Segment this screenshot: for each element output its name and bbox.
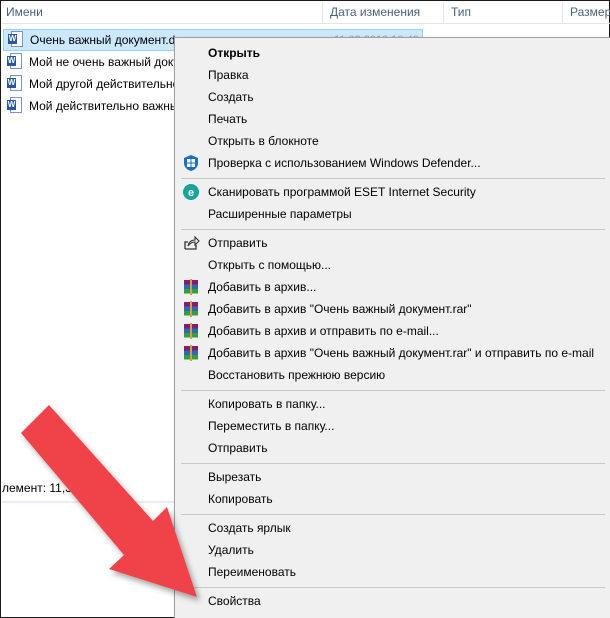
svg-text:e: e bbox=[188, 187, 194, 199]
file-name: Мой другой действительно важный документ… bbox=[29, 77, 175, 91]
column-size[interactable]: Размер bbox=[570, 5, 610, 19]
menu-item-create-shortcut[interactable]: Создать ярлык bbox=[175, 517, 610, 539]
menu-item-open-in-notepad[interactable]: Открыть в блокноте bbox=[175, 130, 610, 152]
share-icon bbox=[182, 234, 200, 252]
menu-item-label: Удалить bbox=[208, 543, 254, 557]
menu-item-label: Восстановить прежнюю версию bbox=[208, 368, 386, 382]
column-name[interactable]: Имени bbox=[6, 5, 43, 19]
list-item[interactable]: W Мой действительно важный документ.docx bbox=[3, 95, 175, 117]
menu-item-label: Добавить в архив и отправить по e-mail..… bbox=[208, 324, 439, 338]
menu-item-advanced[interactable]: Расширенные параметры bbox=[175, 203, 610, 225]
winrar-icon bbox=[182, 300, 200, 318]
menu-item-label: Открыть bbox=[208, 46, 261, 60]
status-bar-divider bbox=[2, 501, 177, 503]
menu-item-label: Открыть с помощью... bbox=[208, 258, 332, 272]
column-type[interactable]: Тип bbox=[451, 5, 471, 19]
menu-separator bbox=[181, 229, 605, 230]
menu-item-open[interactable]: Открыть bbox=[175, 42, 610, 64]
menu-item-label: Добавить в архив "Очень важный документ.… bbox=[208, 346, 595, 360]
menu-item-label: Отправить bbox=[208, 236, 268, 250]
menu-item-label: Свойства bbox=[208, 594, 261, 608]
windows-defender-icon bbox=[182, 154, 200, 172]
menu-separator bbox=[181, 390, 605, 391]
menu-item-new[interactable]: Создать bbox=[175, 86, 610, 108]
menu-item-label: Копировать bbox=[208, 492, 273, 506]
menu-separator bbox=[181, 463, 605, 464]
menu-item-cut[interactable]: Вырезать bbox=[175, 466, 610, 488]
file-name: Мой действительно важный документ.docx bbox=[29, 99, 175, 113]
menu-item-move-to-folder[interactable]: Переместить в папку... bbox=[175, 415, 610, 437]
menu-item-label: Переместить в папку... bbox=[208, 419, 335, 433]
menu-item-add-to-rar[interactable]: Добавить в архив "Очень важный документ.… bbox=[175, 298, 610, 320]
menu-item-label: Копировать в папку... bbox=[208, 397, 326, 411]
status-bar-text: лемент: 11,3 КБ bbox=[2, 481, 91, 495]
menu-item-send-to[interactable]: Отправить bbox=[175, 437, 610, 459]
file-name: Очень важный документ.docx bbox=[30, 33, 195, 47]
menu-item-label: Печать bbox=[208, 112, 248, 126]
column-header: Имени Дата изменения Тип Размер bbox=[2, 2, 610, 24]
column-divider[interactable] bbox=[322, 2, 323, 24]
menu-separator bbox=[181, 178, 605, 179]
eset-icon: e bbox=[182, 183, 200, 201]
menu-item-label: Правка bbox=[208, 68, 249, 82]
menu-item-label: Добавить в архив... bbox=[208, 280, 317, 294]
list-item[interactable]: W Мой другой действительно важный докуме… bbox=[3, 73, 175, 95]
menu-item-copy-to-folder[interactable]: Копировать в папку... bbox=[175, 393, 610, 415]
menu-item-windows-defender[interactable]: Проверка с использованием Windows Defend… bbox=[175, 152, 610, 174]
window: Имени Дата изменения Тип Размер W Очень … bbox=[0, 0, 610, 618]
word-document-icon: W bbox=[7, 53, 23, 71]
file-name: Мой не очень важный документ.docx bbox=[29, 55, 175, 69]
winrar-icon bbox=[182, 344, 200, 362]
word-document-icon: W bbox=[7, 75, 23, 93]
menu-item-label: Переименовать bbox=[208, 565, 296, 579]
word-document-icon: W bbox=[7, 97, 23, 115]
menu-separator bbox=[181, 514, 605, 515]
menu-item-add-rar-and-email[interactable]: Добавить в архив "Очень важный документ.… bbox=[175, 342, 610, 364]
menu-item-edit[interactable]: Правка bbox=[175, 64, 610, 86]
column-divider[interactable] bbox=[443, 2, 444, 24]
word-document-icon: W bbox=[8, 31, 24, 49]
menu-item-add-and-email[interactable]: Добавить в архив и отправить по e-mail..… bbox=[175, 320, 610, 342]
list-item[interactable]: W Мой не очень важный документ.docx bbox=[3, 51, 175, 73]
menu-item-label: Добавить в архив "Очень важный документ.… bbox=[208, 302, 472, 316]
winrar-icon bbox=[182, 322, 200, 340]
menu-item-copy[interactable]: Копировать bbox=[175, 488, 610, 510]
menu-item-label: Открыть в блокноте bbox=[208, 134, 319, 148]
menu-item-eset-scan[interactable]: e Сканировать программой ESET Internet S… bbox=[175, 181, 610, 203]
menu-item-label: Вырезать bbox=[208, 470, 262, 484]
menu-item-properties[interactable]: Свойства bbox=[175, 590, 610, 612]
menu-item-delete[interactable]: Удалить bbox=[175, 539, 610, 561]
winrar-icon bbox=[182, 278, 200, 296]
menu-item-print[interactable]: Печать bbox=[175, 108, 610, 130]
menu-item-restore-version[interactable]: Восстановить прежнюю версию bbox=[175, 364, 610, 386]
column-divider[interactable] bbox=[562, 2, 563, 24]
menu-item-label: Проверка с использованием Windows Defend… bbox=[208, 156, 481, 170]
column-date[interactable]: Дата изменения bbox=[330, 5, 420, 19]
menu-item-rename[interactable]: Переименовать bbox=[175, 561, 610, 583]
menu-separator bbox=[181, 587, 605, 588]
menu-item-add-to-archive[interactable]: Добавить в архив... bbox=[175, 276, 610, 298]
menu-item-label: Создать ярлык bbox=[208, 521, 291, 535]
menu-item-label: Расширенные параметры bbox=[208, 207, 352, 221]
menu-item-label: Сканировать программой ESET Internet Sec… bbox=[208, 185, 476, 199]
menu-item-label: Создать bbox=[208, 90, 254, 104]
menu-item-open-with[interactable]: Открыть с помощью... bbox=[175, 254, 610, 276]
menu-item-share[interactable]: Отправить bbox=[175, 232, 610, 254]
context-menu: Открыть Правка Создать Печать Открыть в … bbox=[174, 37, 610, 618]
menu-item-label: Отправить bbox=[208, 441, 268, 455]
